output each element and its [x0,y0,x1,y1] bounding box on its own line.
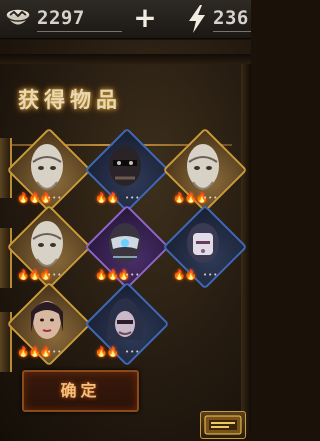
energy-value: 236 [213,7,249,29]
white-masked-figure-portrait-icon [187,223,219,263]
reward-item-white-masked-figure[interactable]: 🔥🔥 ••• [162,204,248,290]
hooded-rogue-portrait-icon [107,298,143,340]
confirm-label: 确定 [60,381,101,400]
rank-dots: ••• [203,194,219,202]
corner-badge-icon [200,411,246,439]
lightning-bolt-icon [189,5,205,33]
rank-dots: ••• [47,348,63,356]
confirm-button[interactable]: 确定 [22,370,139,412]
plus-icon: + [133,1,157,34]
panel-edge [0,54,251,64]
resource-bar: 2297 + 236 [0,0,251,39]
rank-dots: ••• [47,194,63,202]
ghost-elder-portrait-icon [31,144,63,190]
rank-flames-icon: 🔥🔥 [173,270,197,281]
rank-flames-icon: 🔥🔥 [95,193,119,204]
ghost-elder-portrait-icon [187,144,219,190]
coin-bowl-icon [5,8,31,25]
reward-item-ghost-elder[interactable]: 🔥🔥🔥 ••• [6,127,92,213]
female-warrior-portrait-icon [31,301,63,339]
rank-dots: ••• [125,271,141,279]
coin-underline [37,31,122,32]
reward-item-ghost-elder[interactable]: 🔥🔥🔥 ••• [6,204,92,290]
reward-item-dark-warrior[interactable]: 🔥🔥 ••• [84,127,170,213]
rank-dots: ••• [125,348,141,356]
rank-dots: ••• [203,271,219,279]
reward-item-masked-assassin[interactable]: 🔥🔥🔥 ••• [84,204,170,290]
dark-warrior-portrait-icon [109,146,141,186]
add-coins-button[interactable]: + [133,4,157,32]
coin-value: 2297 [37,7,85,29]
rank-dots: ••• [47,271,63,279]
reward-item-ghost-elder[interactable]: 🔥🔥🔥 ••• [162,127,248,213]
rank-dots: ••• [125,194,141,202]
masked-assassin-portrait-icon [109,223,141,263]
energy-underline [213,31,251,32]
ghost-elder-portrait-icon [31,221,63,267]
reward-item-hooded-rogue[interactable]: 🔥🔥 ••• [84,281,170,367]
reward-item-female-warrior[interactable]: 🔥🔥🔥 ••• [6,281,92,367]
panel-title: 获得物品 [18,87,122,112]
rank-flames-icon: 🔥🔥 [95,347,119,358]
